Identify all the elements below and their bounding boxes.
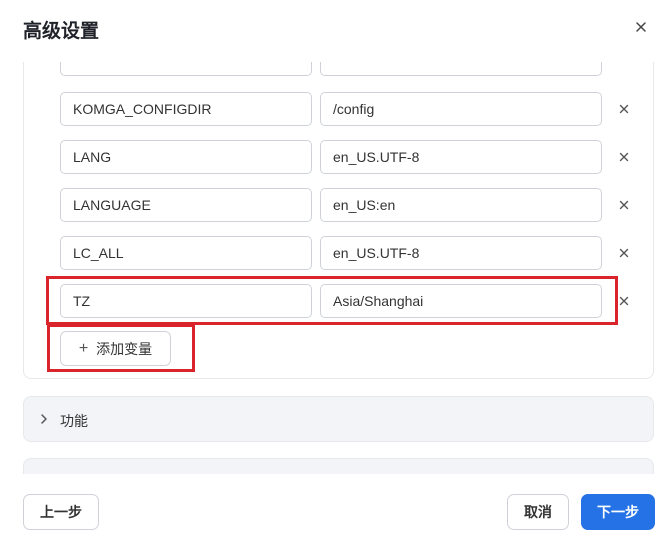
env-key-input[interactable]: KOMGA_CONFIGDIR (60, 92, 312, 126)
previous-step-button[interactable]: 上一步 (23, 494, 99, 530)
env-key-input[interactable]: LANGUAGE (60, 188, 312, 222)
section-label: 功能 (60, 413, 88, 429)
dialog-header: 高级设置 (0, 0, 670, 62)
env-key-input[interactable]: LANG (60, 140, 312, 174)
plus-icon: + (78, 339, 89, 357)
remove-variable-icon[interactable] (617, 294, 631, 308)
env-value-input[interactable]: Asia/Shanghai (320, 284, 602, 318)
remove-variable-icon[interactable] (617, 102, 631, 116)
env-key-input[interactable] (60, 62, 312, 76)
close-icon[interactable] (632, 18, 650, 36)
section-collapsed[interactable] (23, 458, 654, 474)
dialog-title: 高级设置 (23, 21, 100, 42)
remove-variable-icon[interactable] (617, 150, 631, 164)
add-variable-label: 添加变量 (96, 340, 153, 357)
dialog-footer: 上一步 取消 下一步 (0, 474, 670, 541)
section-features[interactable]: 功能 (23, 396, 654, 442)
cancel-button[interactable]: 取消 (507, 494, 569, 530)
env-value-input[interactable]: /config (320, 92, 602, 126)
chevron-right-icon (41, 414, 47, 424)
env-value-input[interactable]: en_US.UTF-8 (320, 140, 602, 174)
remove-variable-icon[interactable] (617, 246, 631, 260)
env-key-input[interactable]: TZ (60, 284, 312, 318)
env-value-input[interactable]: en_US:en (320, 188, 602, 222)
add-variable-button[interactable]: + 添加变量 (60, 331, 171, 366)
env-value-input[interactable]: en_US.UTF-8 (320, 236, 602, 270)
remove-variable-icon[interactable] (617, 198, 631, 212)
env-key-input[interactable]: LC_ALL (60, 236, 312, 270)
dialog-content: KOMGA_CONFIGDIR /config LANG en_US.UTF-8… (0, 62, 670, 474)
env-value-input[interactable] (320, 62, 602, 76)
next-step-button[interactable]: 下一步 (581, 494, 655, 530)
